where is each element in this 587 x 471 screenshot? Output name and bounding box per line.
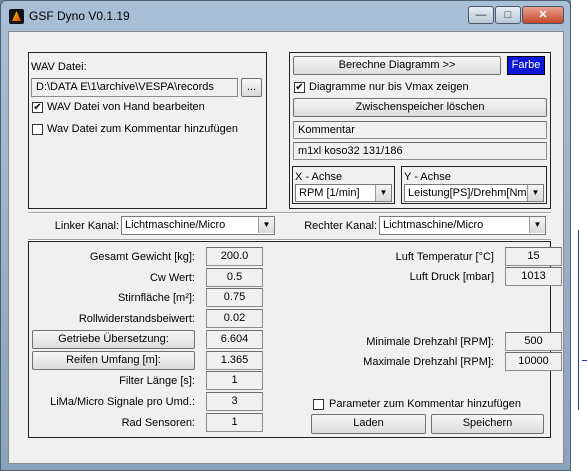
comment-input[interactable]: m1xl koso32 131/186	[293, 142, 547, 160]
param-value-input[interactable]: 200.0	[206, 247, 263, 266]
calculate-diagram-button[interactable]: Berechne Diagramm >>	[293, 56, 501, 75]
app-window: GSF Dyno V0.1.19 — □ ✕ WAV Datei: D:\DAT…	[0, 0, 571, 471]
param-value-input[interactable]: 6.604	[206, 330, 263, 349]
y-axis-value: Leistung[PS]/Drehm[Nm]	[408, 187, 530, 199]
diagram-panel: Berechne Diagramm >> Farbe ✔ Diagramme n…	[289, 52, 551, 209]
x-axis-value: RPM [1/min]	[299, 187, 360, 199]
min-rpm-input[interactable]: 500	[505, 332, 562, 351]
chevron-down-icon[interactable]: ▼	[527, 185, 543, 201]
browse-button[interactable]: ...	[241, 78, 262, 97]
param-value-input[interactable]: 0.75	[206, 288, 263, 307]
vmax-label: Diagramme nur bis Vmax zeigen	[309, 81, 469, 93]
right-channel-select[interactable]: Lichtmaschine/Micro	[379, 216, 546, 235]
title-bar[interactable]: GSF Dyno V0.1.19 — □ ✕	[1, 1, 572, 31]
manual-edit-checkbox[interactable]: ✔	[32, 102, 43, 113]
close-button[interactable]: ✕	[522, 6, 564, 24]
param-label: Gesamt Gewicht [kg]:	[89, 251, 195, 263]
parameters-panel: Gesamt Gewicht [kg]: 200.0 Cw Wert: 0.5 Stir…	[28, 241, 562, 438]
max-rpm-label: Maximale Drehzahl [RPM]:	[363, 356, 494, 368]
app-icon	[9, 9, 24, 24]
add-wav-comment-checkbox[interactable]	[32, 124, 43, 135]
chevron-down-icon[interactable]: ▼	[375, 185, 391, 201]
manual-edit-label: WAV Datei von Hand bearbeiten	[47, 101, 205, 113]
air-pressure-label: Luft Druck [mbar]	[409, 271, 494, 283]
background-app-strip	[571, 0, 587, 471]
param-label: Filter Länge [s]:	[119, 375, 195, 387]
param-value-input[interactable]: 0.5	[206, 268, 263, 287]
y-axis-label: Y - Achse	[404, 171, 451, 183]
param-label: Rad Sensoren:	[121, 417, 195, 429]
min-rpm-label: Minimale Drehzahl [RPM]:	[366, 336, 494, 348]
param-value-input[interactable]: 3	[206, 392, 263, 411]
air-temp-input[interactable]: 15	[505, 247, 562, 266]
add-params-label: Parameter zum Kommentar hinzufügen	[329, 398, 521, 410]
chevron-down-icon[interactable]: ▼	[258, 217, 274, 233]
add-wav-comment-label: Wav Datei zum Kommentar hinzufügen	[47, 123, 238, 135]
param-value-input[interactable]: 1.365	[206, 351, 263, 370]
minimize-button[interactable]: —	[468, 6, 494, 24]
load-button[interactable]: Laden	[311, 414, 426, 434]
wav-file-label: WAV Datei:	[31, 61, 87, 73]
y-axis-select[interactable]: Leistung[PS]/Drehm[Nm]	[404, 184, 544, 202]
main-client-area: WAV Datei: D:\DATA E\1\archive\VESPA\rec…	[8, 31, 564, 464]
param-value-input[interactable]: 1	[206, 371, 263, 390]
comment-label: Kommentar	[293, 121, 547, 139]
right-channel-value: Lichtmaschine/Micro	[383, 219, 484, 231]
param-label: Cw Wert:	[149, 272, 195, 284]
vmax-checkbox[interactable]: ✔	[294, 82, 305, 93]
clear-cache-button[interactable]: Zwischenspeicher löschen	[293, 98, 547, 117]
add-params-checkbox[interactable]	[313, 399, 324, 410]
param-label: Rollwiderstandsbeiwert:	[78, 313, 195, 325]
x-axis-group: X - Achse RPM [1/min] ▼	[292, 166, 395, 204]
param-label: Stirnfläche [m²]:	[117, 292, 195, 304]
air-temp-label: Luft Temperatur [°C]	[395, 251, 494, 263]
left-channel-select[interactable]: Lichtmaschine/Micro	[121, 216, 275, 235]
divider	[28, 212, 551, 214]
param-value-input[interactable]: 1	[206, 413, 263, 432]
color-button[interactable]: Farbe	[507, 56, 545, 75]
air-pressure-input[interactable]: 1013	[505, 267, 562, 286]
chevron-down-icon[interactable]: ▼	[529, 217, 545, 233]
param-button[interactable]: Getriebe Übersetzung:	[32, 330, 195, 349]
param-label: LiMa/Micro Signale pro Umd.:	[50, 396, 195, 408]
x-axis-label: X - Achse	[295, 171, 343, 183]
wav-panel: WAV Datei: D:\DATA E\1\archive\VESPA\rec…	[28, 52, 267, 209]
left-channel-label: Linker Kanal:	[54, 220, 119, 232]
wav-path-field[interactable]: D:\DATA E\1\archive\VESPA\records	[31, 78, 238, 97]
maximize-button[interactable]: □	[495, 6, 521, 24]
max-rpm-input[interactable]: 10000	[505, 352, 562, 371]
window-title: GSF Dyno V0.1.19	[29, 9, 130, 23]
right-channel-label: Rechter Kanal:	[304, 220, 377, 232]
param-button[interactable]: Reifen Umfang [m]:	[32, 351, 195, 370]
left-channel-value: Lichtmaschine/Micro	[125, 219, 226, 231]
background-line	[582, 360, 587, 361]
save-button[interactable]: Speichern	[431, 414, 544, 434]
background-line	[578, 230, 579, 410]
param-value-input[interactable]: 0.02	[206, 309, 263, 328]
y-axis-group: Y - Achse Leistung[PS]/Drehm[Nm] ▼	[401, 166, 547, 204]
